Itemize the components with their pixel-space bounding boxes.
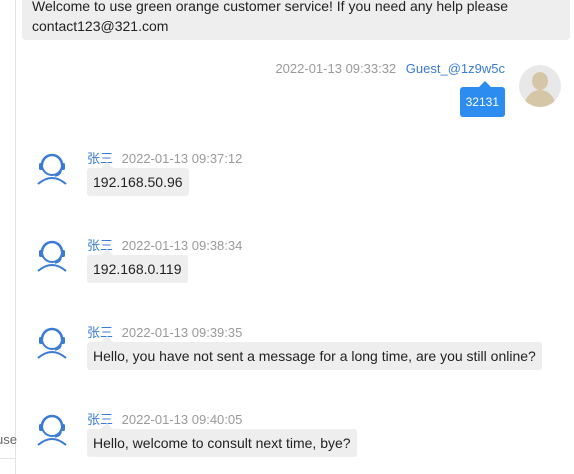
headset-agent-icon [37,414,67,446]
guest-message: 2022-01-13 09:33:32 Guest_@1z9w5c 32131 [22,60,570,120]
agent-message: 张三 2022-01-13 09:40:05 Hello, welcome to… [22,409,570,469]
welcome-text: Welcome to use green orange customer ser… [32,0,509,34]
agent-message-timestamp: 2022-01-13 09:39:35 [121,325,243,340]
agent-message: 张三 2022-01-13 09:39:35 Hello, you have n… [22,322,570,382]
welcome-banner: Welcome to use green orange customer ser… [22,0,570,40]
headset-agent-icon [37,153,67,185]
left-panel-edge: use [0,0,17,474]
guest-message-bubble: 32131 [459,81,505,117]
left-panel-divider [0,458,15,459]
agent-message-bubble: 192.168.50.96 [87,162,189,196]
guest-message-meta: 2022-01-13 09:33:32 Guest_@1z9w5c [275,61,505,76]
left-panel-fragment: use [0,432,17,447]
guest-message-timestamp: 2022-01-13 09:33:32 [275,61,397,76]
headset-agent-icon [37,327,67,359]
agent-message-bubble: Hello, you have not sent a message for a… [87,336,542,370]
headset-agent-icon [37,240,67,272]
agent-message-bubble: 192.168.0.119 [87,249,188,283]
chat-window: use Welcome to use green orange customer… [0,0,574,474]
agent-message-timestamp: 2022-01-13 09:38:34 [121,238,243,253]
user-avatar-icon [519,65,561,107]
agent-message-bubble: Hello, welcome to consult next time, bye… [87,423,357,457]
agent-message-timestamp: 2022-01-13 09:37:12 [121,151,243,166]
agent-message: 张三 2022-01-13 09:38:34 192.168.0.119 [22,235,570,295]
agent-message: 张三 2022-01-13 09:37:12 192.168.50.96 [22,148,570,208]
guest-message-sender: Guest_@1z9w5c [405,61,505,76]
agent-message-timestamp: 2022-01-13 09:40:05 [121,412,243,427]
